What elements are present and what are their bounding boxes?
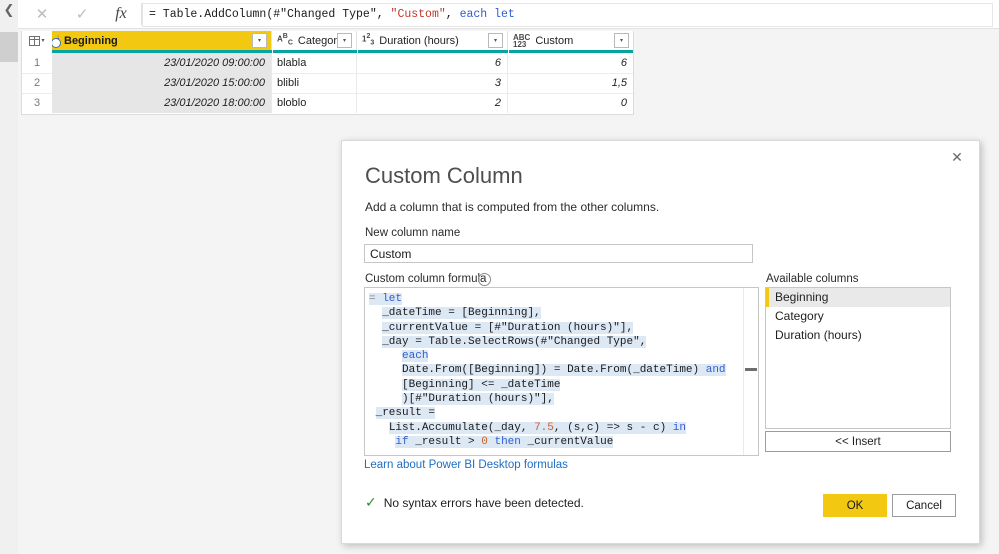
formula-bar-input[interactable]: = Table.AddColumn(#"Changed Type", "Cust… — [142, 3, 993, 27]
list-item[interactable]: Duration (hours) — [766, 326, 950, 345]
fx-icon[interactable]: fx — [102, 0, 140, 27]
cancel-button[interactable]: Cancel — [892, 494, 956, 517]
scrollbar-thumb[interactable] — [745, 368, 757, 371]
cancel-formula-icon[interactable]: ✕ — [23, 0, 61, 27]
column-header-label: Category — [297, 34, 337, 47]
datetime-type-icon — [57, 34, 59, 46]
row-number: 1 — [22, 53, 53, 73]
chevron-down-icon: ▾ — [41, 37, 45, 44]
list-item[interactable]: Beginning — [766, 288, 950, 307]
formula-bar: ✕ ✓ fx = Table.AddColumn(#"Changed Type"… — [18, 0, 999, 29]
number-type-icon: 123 — [362, 33, 375, 47]
list-item[interactable]: Category — [766, 307, 950, 326]
data-grid: ▾ Beginning ▾ ABC Category ▾ 123 Duratio… — [21, 31, 634, 115]
column-header-label: Beginning — [64, 34, 118, 47]
formula-segment-comma: , — [445, 8, 460, 21]
row-number: 3 — [22, 93, 53, 113]
cell-beginning[interactable]: 23/01/2020 18:00:00 — [52, 93, 272, 113]
syntax-status: ✓ No syntax errors have been detected. — [365, 496, 584, 510]
cell-duration[interactable]: 2 — [357, 93, 508, 113]
cell-custom[interactable]: 6 — [508, 53, 633, 73]
table-row[interactable]: 2 23/01/2020 15:00:00 blibli 3 1,5 — [22, 73, 633, 94]
formula-editor-scrollbar[interactable] — [743, 288, 758, 455]
table-icon — [29, 35, 41, 46]
column-header-custom[interactable]: ABC 123 Custom ▾ — [508, 31, 633, 50]
formula-segment-keyword: each let — [459, 8, 515, 21]
column-filter-dropdown-icon[interactable]: ▾ — [252, 33, 267, 48]
column-header-duration[interactable]: 123 Duration (hours) ▾ — [357, 31, 508, 50]
new-column-name-label: New column name — [365, 227, 461, 239]
any-type-icon: ABC 123 — [513, 32, 531, 49]
check-icon: ✓ — [365, 495, 377, 511]
collapse-panel-icon[interactable]: ❮ — [3, 4, 15, 18]
formula-segment-plain: = Table.AddColumn(#"Changed Type", — [149, 8, 391, 21]
grid-header-row: ▾ Beginning ▾ ABC Category ▾ 123 Duratio… — [22, 31, 633, 53]
available-columns-list[interactable]: Beginning Category Duration (hours) — [765, 287, 951, 429]
column-filter-dropdown-icon[interactable]: ▾ — [488, 33, 503, 48]
custom-column-formula-label: Custom column formula — [365, 273, 487, 285]
custom-column-dialog: ✕ Custom Column Add a column that is com… — [341, 140, 980, 544]
queries-pane-tab[interactable] — [0, 32, 18, 62]
select-all-columns-button[interactable]: ▾ — [22, 31, 53, 50]
ok-button[interactable]: OK — [823, 494, 887, 517]
table-row[interactable]: 1 23/01/2020 09:00:00 blabla 6 6 — [22, 53, 633, 74]
accept-formula-icon[interactable]: ✓ — [63, 0, 101, 27]
cell-beginning[interactable]: 23/01/2020 09:00:00 — [52, 53, 272, 73]
dialog-title: Custom Column — [365, 163, 523, 188]
table-row[interactable]: 3 23/01/2020 18:00:00 bloblo 2 0 — [22, 93, 633, 113]
cell-category[interactable]: bloblo — [272, 93, 357, 113]
left-rail: ❮ — [0, 0, 18, 554]
text-type-icon: ABC — [277, 33, 293, 47]
insert-button[interactable]: << Insert — [765, 431, 951, 452]
cell-beginning[interactable]: 23/01/2020 15:00:00 — [52, 73, 272, 93]
formula-segment-string: "Custom" — [390, 8, 446, 21]
column-filter-dropdown-icon[interactable]: ▾ — [337, 33, 352, 48]
syntax-status-text: No syntax errors have been detected. — [383, 496, 584, 510]
column-header-beginning[interactable]: Beginning ▾ — [52, 31, 272, 50]
available-columns-label: Available columns — [766, 273, 859, 285]
cell-category[interactable]: blabla — [272, 53, 357, 73]
cell-duration[interactable]: 3 — [357, 73, 508, 93]
formula-editor-text[interactable]: = let _dateTime = [Beginning], _currentV… — [365, 288, 744, 455]
column-header-label: Custom — [535, 34, 574, 47]
cell-custom[interactable]: 0 — [508, 93, 633, 113]
column-header-label: Duration (hours) — [379, 34, 459, 47]
column-header-category[interactable]: ABC Category ▾ — [272, 31, 357, 50]
new-column-name-input[interactable] — [364, 244, 753, 263]
cell-duration[interactable]: 6 — [357, 53, 508, 73]
info-icon[interactable]: i — [478, 273, 491, 286]
column-filter-dropdown-icon[interactable]: ▾ — [614, 33, 629, 48]
close-icon[interactable]: ✕ — [944, 147, 970, 169]
dialog-subtitle: Add a column that is computed from the o… — [365, 200, 660, 214]
row-number: 2 — [22, 73, 53, 93]
learn-formulas-link[interactable]: Learn about Power BI Desktop formulas — [364, 459, 568, 471]
cell-custom[interactable]: 1,5 — [508, 73, 633, 93]
formula-editor[interactable]: = let _dateTime = [Beginning], _currentV… — [364, 287, 759, 456]
cell-category[interactable]: blibli — [272, 73, 357, 93]
